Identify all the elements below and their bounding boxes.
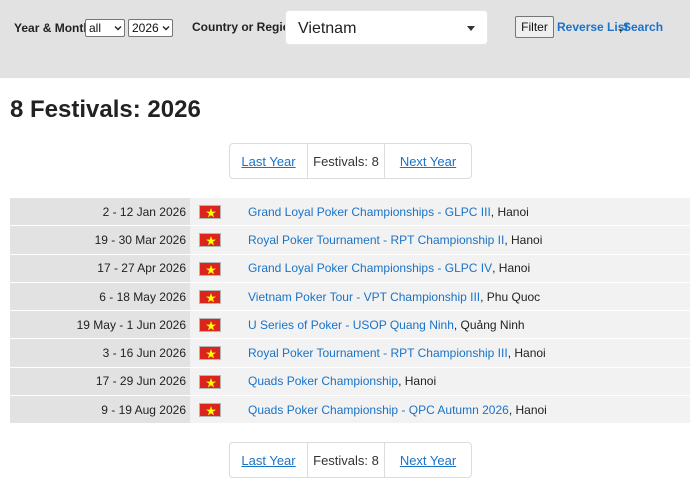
vietnam-flag-icon <box>199 374 221 389</box>
last-year-link[interactable]: Last Year <box>230 144 307 178</box>
festival-info: U Series of Poker - USOP Quang Ninh, Quả… <box>248 311 525 338</box>
festival-dates: 9 - 19 Aug 2026 <box>10 396 190 424</box>
vietnam-flag-icon <box>199 205 221 219</box>
festival-info: Royal Poker Tournament - RPT Championshi… <box>248 226 542 253</box>
festival-info: Royal Poker Tournament - RPT Championshi… <box>248 339 546 366</box>
festival-link[interactable]: Royal Poker Tournament - RPT Championshi… <box>248 346 508 360</box>
festival-location: , Quảng Ninh <box>453 317 525 332</box>
festival-dates: 2 - 12 Jan 2026 <box>10 198 190 226</box>
next-year-link[interactable]: Next Year <box>384 443 471 477</box>
table-row: 17 - 27 Apr 2026 Grand Loyal Poker Champi… <box>10 254 690 283</box>
page-title: 8 Festivals: 2026 <box>10 96 201 123</box>
region-select[interactable]: Vietnam <box>285 10 488 45</box>
festival-dates: 3 - 16 Jun 2026 <box>10 339 190 367</box>
festival-count: Festivals: 8 <box>307 443 384 477</box>
chevron-down-icon <box>114 26 122 31</box>
festival-location: , Hanoi <box>504 232 543 247</box>
vietnam-flag-icon <box>199 233 221 248</box>
reverse-list-link[interactable]: Reverse List <box>557 20 628 34</box>
region-select-value: Vietnam <box>298 20 357 37</box>
vietnam-flag-icon <box>199 261 221 276</box>
festival-info: Quads Poker Championship, Hanoi <box>248 368 436 395</box>
vietnam-flag-icon <box>199 403 221 418</box>
year-select-value: 2026 <box>132 21 159 35</box>
festival-link[interactable]: Royal Poker Tournament - RPT Championshi… <box>248 233 504 247</box>
last-year-link[interactable]: Last Year <box>230 443 307 477</box>
table-row: 2 - 12 Jan 2026 Grand Loyal Poker Champio… <box>10 198 690 227</box>
festival-link[interactable]: Grand Loyal Poker Championships - GLPC I… <box>248 261 492 275</box>
next-year-link[interactable]: Next Year <box>384 144 471 178</box>
month-select[interactable]: all <box>85 19 125 37</box>
festival-link[interactable]: Quads Poker Championship <box>248 374 398 388</box>
festival-location: , Hanoi <box>492 261 531 276</box>
search-link[interactable]: Search <box>623 20 663 34</box>
table-row: 3 - 16 Jun 2026 Royal Poker Tournament - … <box>10 339 690 368</box>
month-select-value: all <box>89 21 102 35</box>
vietnam-flag-icon <box>199 289 221 304</box>
festival-dates: 19 - 30 Mar 2026 <box>10 226 190 254</box>
festival-dates: 19 May - 1 Jun 2026 <box>10 311 190 339</box>
festival-dates: 17 - 29 Jun 2026 <box>10 367 190 396</box>
table-row: 19 May - 1 Jun 2026 U Series of Poker - U… <box>10 311 690 340</box>
chevron-down-icon <box>162 26 170 31</box>
festival-link[interactable]: Quads Poker Championship - QPC Autumn 20… <box>248 403 509 417</box>
pager-bottom: Last Year Festivals: 8 Next Year <box>229 442 472 478</box>
festival-location: , Hanoi <box>508 402 547 417</box>
festival-dates: 6 - 18 May 2026 <box>10 282 190 311</box>
festival-table: 2 - 12 Jan 2026 Grand Loyal Poker Champio… <box>10 198 690 425</box>
festival-count: Festivals: 8 <box>307 144 384 178</box>
festival-location: , Hanoi <box>507 346 546 361</box>
table-row: 9 - 19 Aug 2026 Quads Poker Championship … <box>10 396 690 425</box>
festival-dates: 17 - 27 Apr 2026 <box>10 254 190 282</box>
vietnam-flag-icon <box>199 318 221 333</box>
festival-location: , Phu Quoc <box>480 289 541 304</box>
vietnam-flag-icon <box>199 346 221 361</box>
festival-link[interactable]: Grand Loyal Poker Championships - GLPC I… <box>248 205 491 219</box>
festival-location: , Hanoi <box>490 204 529 219</box>
year-month-label: Year & Month <box>14 21 91 35</box>
festival-info: Grand Loyal Poker Championships - GLPC I… <box>248 198 529 225</box>
dropdown-arrow-icon <box>467 26 475 31</box>
filter-button[interactable]: Filter <box>515 16 554 38</box>
table-row: 17 - 29 Jun 2026 Quads Poker Championship… <box>10 367 690 397</box>
festival-link[interactable]: U Series of Poker - USOP Quang Ninh <box>248 318 454 332</box>
festival-link[interactable]: Vietnam Poker Tour - VPT Championship II… <box>248 290 480 304</box>
festival-location: , Hanoi <box>398 374 437 389</box>
festival-info: Vietnam Poker Tour - VPT Championship II… <box>248 283 540 310</box>
year-select[interactable]: 2026 <box>128 19 173 37</box>
festival-info: Grand Loyal Poker Championships - GLPC I… <box>248 255 530 282</box>
festival-info: Quads Poker Championship - QPC Autumn 20… <box>248 396 547 423</box>
filter-bar: Year & Month all 2026 Country or Region … <box>0 0 690 78</box>
pager-top: Last Year Festivals: 8 Next Year <box>229 143 472 179</box>
table-row: 6 - 18 May 2026 Vietnam Poker Tour - VPT … <box>10 282 690 312</box>
link-separator: , <box>619 20 623 34</box>
region-label: Country or Region <box>192 20 298 34</box>
table-row: 19 - 30 Mar 2026 Royal Poker Tournament -… <box>10 226 690 255</box>
